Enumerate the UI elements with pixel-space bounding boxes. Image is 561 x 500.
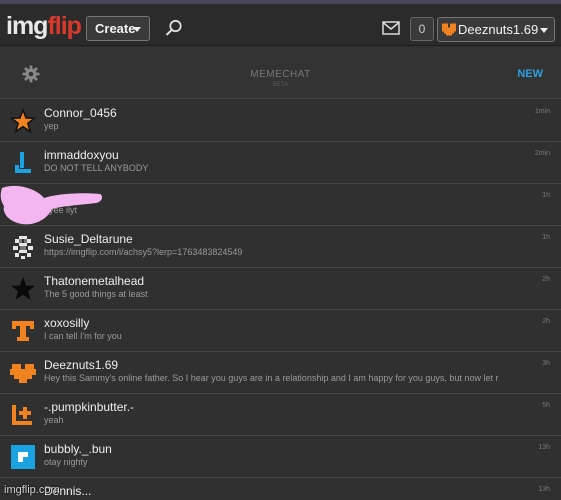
conversation-preview: DO NOT TELL ANYBODY [44,163,149,173]
pixel-plus-avatar-icon [12,405,32,425]
conversation-username: -.pumpkinbutter.- [44,400,135,414]
memechat-header: MEMECHAT BETA NEW [0,47,561,99]
conversation-username: xoxosilly [44,316,90,330]
conversation-row[interactable]: xoxosilly I can tell I'm for you 2h [0,310,561,352]
notification-count[interactable]: 0 [410,17,434,41]
conversation-username: Connor_0456 [44,106,117,120]
conversation-row[interactable]: Dennis... 13h [0,478,561,500]
chevron-down-icon [540,28,548,33]
star-avatar-icon [10,108,36,134]
conversation-preview: I can tell I'm for you [44,331,122,341]
star-avatar-icon [11,277,35,300]
top-navbar: imgflip Create 0 Deeznuts1.69 [0,4,561,46]
conversation-username: Susie_Deltarune [44,232,133,246]
create-menu-button[interactable]: Create [86,16,150,41]
conversation-row[interactable]: Thatonemetalhead The 5 good things at le… [0,268,561,310]
imgflip-logo[interactable]: imgflip [6,11,82,41]
pixel-heart-avatar-icon [10,364,36,383]
create-label: Create [95,21,136,36]
conversation-row[interactable]: -.pumpkinbutter.- yeah 5h [0,394,561,436]
conversation-time: 5h [542,402,550,409]
conversation-row[interactable]: Deeznuts1.69 Hey this Sammy's online fat… [0,352,561,394]
conversation-preview: yeah [44,415,64,425]
conversation-preview: yep [44,121,59,131]
conversation-time: 1h [542,234,550,241]
conversation-username: immaddoxyou [44,148,119,162]
beta-label: BETA [272,82,289,88]
conversation-time: 2h [542,318,550,325]
conversation-time: 1min [534,108,550,115]
conversation-list: Connor_0456 yep 1min immaddoxyou DO NOT … [0,100,561,500]
chevron-down-icon [133,27,141,32]
conversation-preview: The 5 good things at least [44,289,148,299]
conversation-time: 2min [534,150,550,157]
conversation-row[interactable]: Connor_0456 yep 1min [0,100,561,142]
search-icon[interactable] [164,18,184,38]
pixel-t-avatar-icon [12,321,34,341]
conversation-time: 13h [538,444,550,451]
conversation-preview: byee ilyt [44,205,78,215]
conversation-time: 13h [538,486,550,493]
conversation-preview: https://imgflip.com/i/achsy5?lerp=176348… [44,247,243,257]
pixel-square-avatar-icon [11,445,35,469]
pixel-ghost-avatar-icon [13,236,33,259]
user-menu-button[interactable]: Deeznuts1.69 [437,17,555,42]
redaction-scribble [0,185,103,225]
conversation-time: 1h [542,192,550,199]
user-pixel-heart-icon [442,23,456,36]
conversation-preview: otay nighty [44,457,88,467]
conversation-time: 3h [542,360,550,367]
imgflip-watermark: imgflip.com [4,484,60,496]
conversation-username: Deeznuts1.69 [44,358,119,372]
username-label: Deeznuts1.69 [458,22,539,37]
pixel-figure-avatar-icon [15,152,31,173]
memechat-title: MEMECHAT [250,69,311,80]
conversation-row[interactable]: bubbly._.bun otay nighty 13h [0,436,561,478]
conversation-row[interactable]: byee ilyt 1h [0,184,561,226]
conversation-username: Thatonemetalhead [44,274,145,288]
conversation-username: bubbly._.bun [44,442,112,456]
conversation-preview: Hey this Sammy's online father. So I hea… [44,373,499,383]
conversation-row[interactable]: Susie_Deltarune https://imgflip.com/i/ac… [0,226,561,268]
conversation-time: 2h [542,276,550,283]
mail-icon[interactable] [382,21,400,35]
conversation-row[interactable]: immaddoxyou DO NOT TELL ANYBODY 2min [0,142,561,184]
new-chat-button[interactable]: NEW [517,68,543,80]
